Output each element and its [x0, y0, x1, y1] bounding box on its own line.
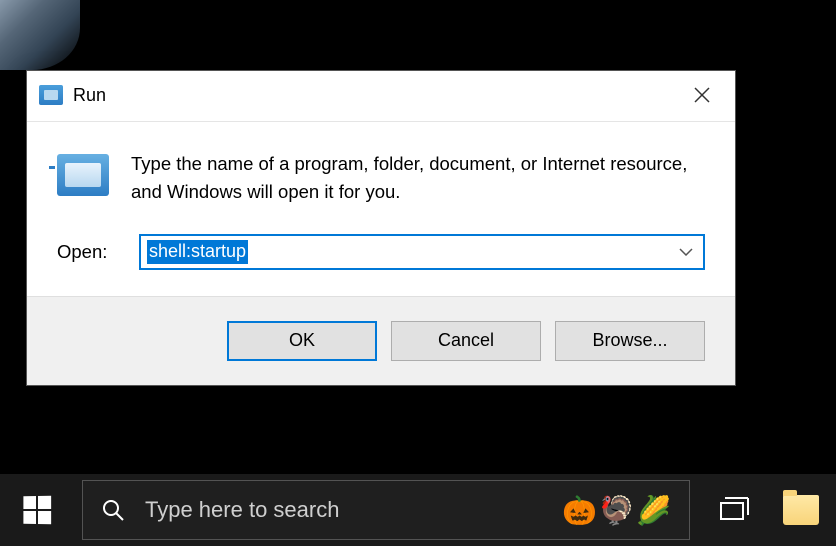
chevron-down-icon [679, 248, 693, 256]
open-input[interactable] [141, 237, 669, 266]
dialog-body-top: Type the name of a program, folder, docu… [57, 150, 705, 206]
open-input-wrapper[interactable]: shell:startup [139, 234, 705, 270]
wallpaper-fragment [0, 0, 80, 70]
dialog-titlebar[interactable]: Run [27, 71, 735, 122]
titlebar-left: Run [39, 85, 106, 106]
open-label: Open: [57, 241, 117, 263]
close-button[interactable] [677, 77, 727, 113]
task-view-button[interactable] [698, 474, 772, 546]
close-icon [694, 87, 710, 103]
run-icon-large [57, 154, 109, 196]
windows-logo-icon [23, 496, 51, 525]
dialog-footer: OK Cancel Browse... [27, 296, 735, 385]
run-dialog: Run Type the name of a program, folder, … [26, 70, 736, 386]
taskbar: Type here to search 🎃 🦃 🌽 [0, 474, 836, 546]
emoji-pumpkin: 🎃 [562, 494, 597, 527]
start-button[interactable] [0, 474, 74, 546]
dialog-body: Type the name of a program, folder, docu… [27, 122, 735, 296]
ok-button[interactable]: OK [227, 321, 377, 361]
dialog-title: Run [73, 85, 106, 106]
emoji-corn: 🌽 [636, 494, 671, 527]
search-icon [101, 498, 125, 522]
open-row: Open: shell:startup [57, 234, 705, 270]
cancel-button[interactable]: Cancel [391, 321, 541, 361]
dialog-description: Type the name of a program, folder, docu… [131, 150, 705, 206]
search-emojis: 🎃 🦃 🌽 [562, 494, 671, 527]
browse-button[interactable]: Browse... [555, 321, 705, 361]
run-icon [39, 85, 63, 105]
task-view-icon [720, 497, 750, 523]
folder-icon [783, 495, 819, 525]
search-box[interactable]: Type here to search 🎃 🦃 🌽 [82, 480, 690, 540]
dropdown-button[interactable] [669, 248, 703, 256]
taskbar-app-explorer[interactable] [772, 474, 830, 546]
emoji-turkey: 🦃 [599, 494, 634, 527]
search-placeholder: Type here to search [145, 497, 562, 523]
